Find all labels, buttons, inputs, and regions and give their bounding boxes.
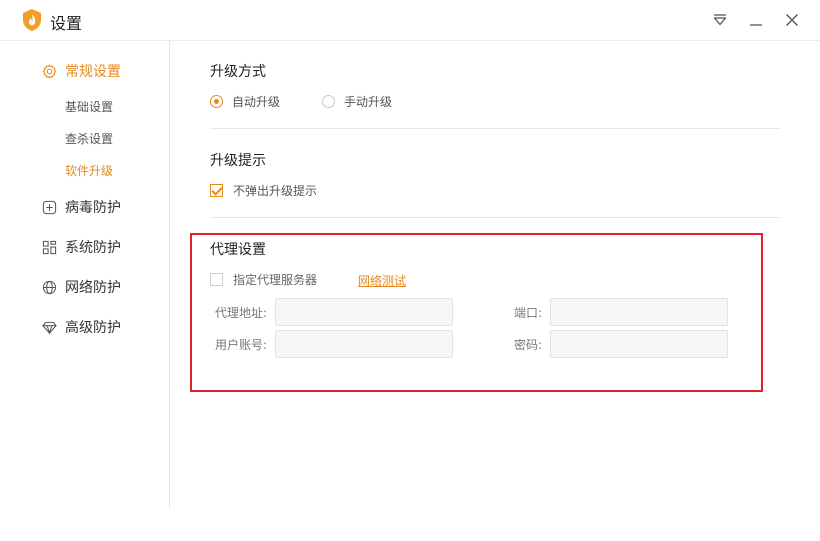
grid-icon — [42, 240, 57, 254]
sidebar-subitem-scan-settings[interactable]: 查杀设置 — [65, 130, 113, 147]
radio-label: 自动升级 — [232, 95, 281, 109]
sidebar-item-network-protection[interactable]: 网络防护 — [42, 277, 121, 297]
sidebar-item-general-settings[interactable]: 常规设置 — [42, 61, 121, 81]
sidebar-subitem-basic-settings[interactable]: 基础设置 — [65, 98, 113, 115]
sidebar-item-label: 高级防护 — [65, 320, 121, 336]
sidebar-subitem-software-upgrade[interactable]: 软件升级 — [65, 162, 113, 179]
checkbox-label: 不弹出升级提示 — [233, 184, 318, 198]
no-upgrade-popup-checkbox[interactable]: 不弹出升级提示 — [210, 182, 317, 199]
upgrade-mode-title: 升级方式 — [210, 64, 266, 80]
sidebar-item-label: 网络防护 — [65, 280, 121, 296]
sidebar-item-advanced-protection[interactable]: 高级防护 — [42, 317, 121, 337]
close-icon[interactable] — [782, 10, 802, 30]
gear-icon — [42, 63, 57, 79]
title-bar: 设置 — [0, 0, 820, 41]
checkbox-checked[interactable] — [210, 184, 223, 197]
radio-button-selected[interactable] — [210, 95, 223, 108]
radio-label: 手动升级 — [344, 95, 393, 109]
sidebar-item-label: 病毒防护 — [65, 200, 121, 216]
sidebar-item-virus-protection[interactable]: 病毒防护 — [42, 197, 121, 217]
minimize-icon[interactable] — [746, 10, 766, 30]
app-logo-icon — [23, 9, 41, 31]
sidebar-item-label: 常规设置 — [65, 64, 121, 80]
sidebar-item-label: 系统防护 — [65, 240, 121, 256]
proxy-settings-highlight-box — [190, 233, 763, 392]
sidebar-item-system-protection[interactable]: 系统防护 — [42, 237, 121, 257]
menu-dropdown-icon[interactable] — [710, 10, 730, 30]
radio-manual-upgrade[interactable]: 手动升级 — [322, 93, 392, 110]
radio-auto-upgrade[interactable]: 自动升级 — [210, 93, 280, 110]
upgrade-notice-title: 升级提示 — [210, 153, 266, 169]
divider — [210, 128, 780, 129]
globe-icon — [42, 280, 57, 294]
divider — [210, 217, 780, 218]
radio-button[interactable] — [322, 95, 335, 108]
diamond-icon — [42, 321, 57, 335]
plus-square-icon — [42, 200, 57, 214]
window-title: 设置 — [50, 14, 83, 33]
